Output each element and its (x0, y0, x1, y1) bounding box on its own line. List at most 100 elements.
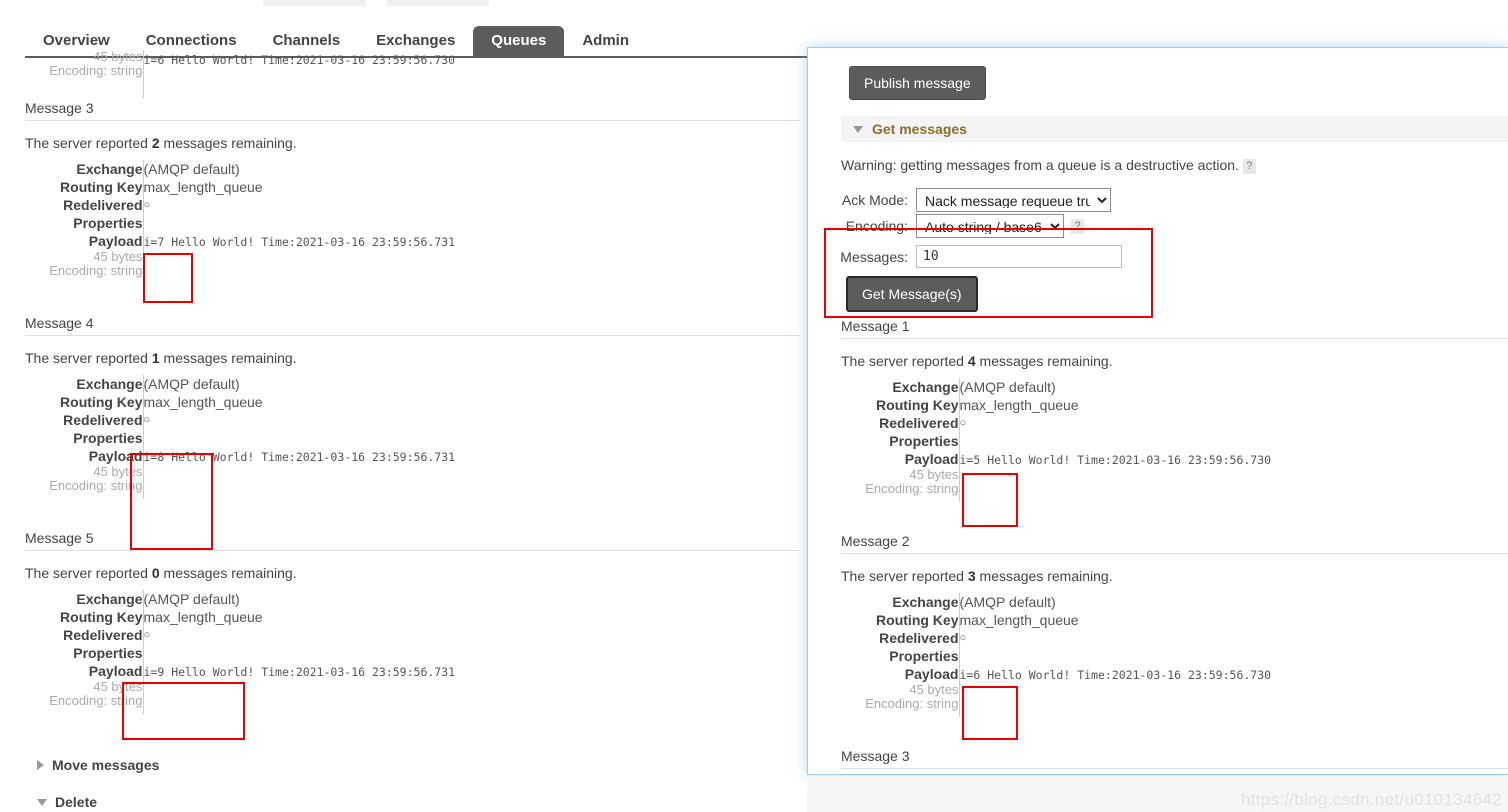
panel-message-block-1: Message 1 The server reported 4 messages… (841, 318, 1508, 502)
payload-label: Payload (904, 666, 959, 682)
move-messages-section-toggle[interactable]: Move messages (37, 757, 159, 773)
exchange-label: Exchange (892, 379, 959, 395)
chevron-right-icon (37, 760, 44, 770)
redelivered-value: ○ (958, 414, 1508, 432)
get-messages-button[interactable]: Get Message(s) (846, 276, 978, 312)
server-report: The server reported 2 messages remaining… (25, 135, 800, 151)
exchange-value: (AMQP default) (958, 593, 1508, 611)
app-root: Overview Connections Channels Exchanges … (0, 0, 1508, 812)
encoding-label: Encoding: (845, 218, 908, 234)
publish-message-button[interactable]: Publish message (849, 66, 986, 100)
server-report-suffix: messages remaining. (159, 135, 297, 151)
exchange-value: (AMQP default) (142, 160, 800, 178)
payload-encoding: Encoding: string (865, 481, 959, 496)
message-properties-table: Exchange (AMQP default) Routing Key max_… (841, 593, 1508, 717)
payload-label: Payload (88, 663, 143, 679)
routing-key-label: Routing Key (60, 394, 143, 410)
server-report-suffix: messages remaining. (975, 353, 1113, 369)
properties-value (142, 429, 800, 447)
background-queue-page: 45 bytes Encoding: string i=6 Hello Worl… (0, 0, 830, 812)
server-report-count: 4 (967, 353, 976, 369)
message-title: Message 4 (25, 315, 800, 336)
encoding-help-icon[interactable]: ? (1071, 218, 1084, 234)
redelivered-value: ○ (142, 411, 800, 429)
chevron-down-icon (853, 125, 863, 133)
message-title: Message 1 (841, 318, 1508, 339)
redelivered-value: ○ (142, 626, 800, 644)
ack-mode-row: Ack Mode: Nack message requeue true (834, 188, 1111, 212)
message-title: Message 3 (25, 100, 800, 121)
server-report: The server reported 0 messages remaining… (25, 565, 800, 581)
watermark: https://blog.csdn.net/u010134642 (1240, 790, 1502, 809)
server-report-suffix: messages remaining. (975, 568, 1113, 584)
panel-message-block-2: Message 2 The server reported 3 messages… (841, 533, 1508, 717)
payload-size: 45 bytes (93, 464, 143, 479)
properties-label: Properties (889, 433, 959, 449)
payload-label: Payload (88, 448, 143, 464)
exchange-label: Exchange (76, 591, 143, 607)
partial-payload-encoding: Encoding: string (49, 63, 143, 78)
payload-label: Payload (88, 233, 143, 249)
chevron-down-icon (37, 798, 47, 806)
move-messages-label: Move messages (52, 757, 160, 773)
routing-key-label: Routing Key (876, 397, 959, 413)
redelivered-label: Redelivered (879, 415, 959, 431)
server-report-suffix: messages remaining. (159, 350, 297, 366)
message-properties-table: Exchange (AMQP default) Routing Key max_… (25, 375, 800, 499)
server-report-count: 0 (151, 565, 160, 581)
server-report-prefix: The server reported (25, 350, 152, 366)
payload-size: 45 bytes (93, 249, 143, 264)
exchange-value: (AMQP default) (142, 375, 800, 393)
help-icon[interactable]: ? (1242, 159, 1256, 174)
payload-text: i=7 Hello World! Time:2021-03-16 23:59:5… (143, 235, 456, 249)
encoding-select[interactable]: Auto string / base64 (916, 214, 1064, 238)
server-report-suffix: messages remaining. (159, 565, 297, 581)
get-messages-panel: Publish message Get messages Warning: ge… (807, 47, 1508, 775)
redelivered-value: ○ (958, 629, 1508, 647)
encoding-row: Encoding: Auto string / base64 ? (834, 214, 1084, 238)
message-properties-table: Exchange (AMQP default) Routing Key max_… (25, 160, 800, 284)
exchange-label: Exchange (76, 376, 143, 392)
payload-size: 45 bytes (909, 682, 959, 697)
server-report-prefix: The server reported (841, 353, 968, 369)
message-block-5: Message 5 The server reported 0 messages… (25, 530, 800, 714)
properties-label: Properties (73, 215, 143, 231)
server-report-prefix: The server reported (841, 568, 968, 584)
payload-encoding: Encoding: string (49, 263, 143, 278)
server-report-count: 3 (967, 568, 976, 584)
delete-section-toggle[interactable]: Delete (37, 794, 97, 810)
payload-text: i=8 Hello World! Time:2021-03-16 23:59:5… (143, 450, 456, 464)
message-properties-table: Exchange (AMQP default) Routing Key max_… (841, 378, 1508, 502)
partial-payload-text: i=6 Hello World! Time:2021-03-16 23:59:5… (143, 53, 456, 67)
server-report: The server reported 4 messages remaining… (841, 353, 1508, 369)
redelivered-label: Redelivered (63, 197, 143, 213)
properties-value (958, 432, 1508, 450)
properties-value (142, 214, 800, 232)
ack-mode-label: Ack Mode: (841, 192, 908, 208)
routing-key-label: Routing Key (60, 179, 143, 195)
server-report-count: 1 (151, 350, 160, 366)
properties-label: Properties (73, 645, 143, 661)
routing-key-value: max_length_queue (142, 178, 800, 196)
panel-message-block-3: Message 3 (841, 748, 1508, 769)
destructive-warning-text: Warning: getting messages from a queue i… (841, 157, 1239, 173)
server-report-count: 2 (151, 135, 160, 151)
redelivered-label: Redelivered (879, 630, 959, 646)
messages-count-input[interactable] (916, 245, 1122, 268)
message-block-3: Message 3 The server reported 2 messages… (25, 100, 800, 284)
payload-text: i=9 Hello World! Time:2021-03-16 23:59:5… (143, 665, 456, 679)
messages-count-label: Messages: (840, 248, 908, 265)
exchange-value: (AMQP default) (958, 378, 1508, 396)
routing-key-value: max_length_queue (142, 608, 800, 626)
message-title: Message 2 (841, 533, 1508, 554)
payload-label: Payload (904, 451, 959, 467)
get-messages-section-header[interactable]: Get messages (841, 116, 1508, 142)
routing-key-label: Routing Key (60, 609, 143, 625)
routing-key-label: Routing Key (876, 612, 959, 628)
ack-mode-select[interactable]: Nack message requeue true (916, 188, 1111, 212)
properties-value (958, 647, 1508, 665)
destructive-warning: Warning: getting messages from a queue i… (841, 157, 1256, 174)
payload-encoding: Encoding: string (49, 478, 143, 493)
message-block-4: Message 4 The server reported 1 messages… (25, 315, 800, 499)
exchange-label: Exchange (892, 594, 959, 610)
